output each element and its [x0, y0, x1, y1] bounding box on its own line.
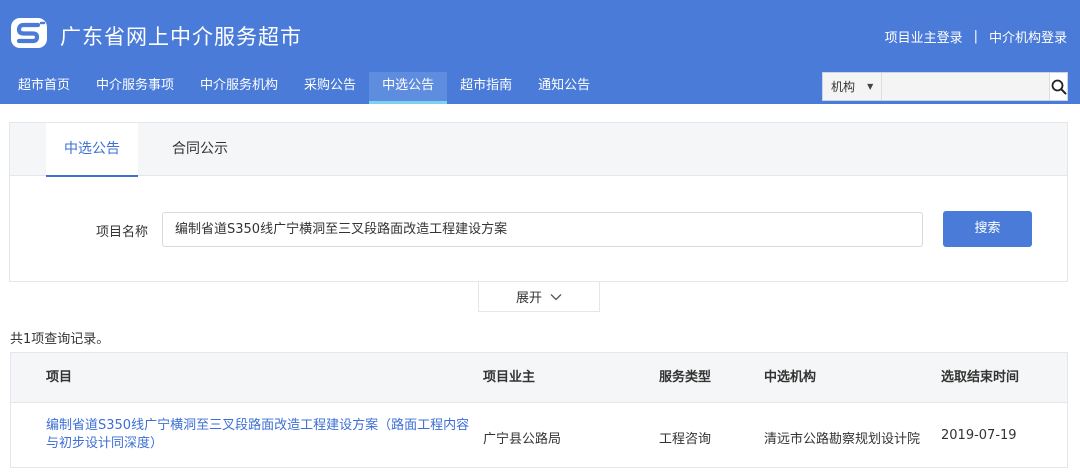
logo-icon[interactable]	[10, 17, 48, 49]
search-submit-button[interactable]: 搜索	[943, 211, 1032, 247]
header-owner: 项目业主	[483, 370, 536, 385]
project-name-label: 项目名称	[96, 225, 149, 240]
header-project: 项目	[46, 370, 73, 385]
site-title: 广东省网上中介服务超市	[60, 25, 302, 49]
table-header: 项目 项目业主 服务类型 中选机构 选取结束时间	[11, 353, 1067, 403]
results-table: 项目 项目业主 服务类型 中选机构 选取结束时间 编制省道S350线广宁横洞至三…	[10, 352, 1068, 468]
chevron-down-icon	[550, 293, 562, 300]
record-count: 共1项查询记录。	[10, 332, 110, 347]
header-service-type: 服务类型	[659, 370, 712, 385]
table-row: 编制省道S350线广宁横洞至三叉段路面改造工程建设方案（路面工程内容与初步设计同…	[11, 403, 1067, 468]
search-input[interactable]	[882, 73, 1050, 100]
search-panel: 中选公告 合同公示 项目名称 编制省道S350线广宁横洞至三叉段路面改造工程建设…	[9, 122, 1068, 282]
link-separator: |	[973, 29, 978, 44]
agency-cell: 清远市公路勘察规划设计院	[764, 432, 921, 447]
nav-item-home[interactable]: 超市首页	[0, 72, 83, 104]
tab-contract-publicity[interactable]: 合同公示	[172, 123, 228, 176]
top-links: 项目业主登录 | 中介机构登录	[885, 27, 1067, 46]
search-button[interactable]	[1049, 73, 1067, 100]
service-type-cell: 工程咨询	[659, 432, 712, 447]
search-type-select[interactable]: 机构 ▼	[823, 73, 883, 100]
caret-down-icon: ▼	[867, 82, 874, 91]
search-icon	[1051, 79, 1067, 94]
main-nav: 超市首页 中介服务事项 中介服务机构 采购公告 中选公告 超市指南 通知公告	[0, 72, 603, 104]
owner-cell: 广宁县公路局	[483, 432, 562, 447]
nav-item-service-agencies[interactable]: 中介服务机构	[187, 72, 291, 104]
expand-label: 展开	[515, 291, 542, 306]
tab-selection-announcements[interactable]: 中选公告	[46, 123, 138, 177]
nav-item-service-items[interactable]: 中介服务事项	[83, 72, 187, 104]
owner-login-link[interactable]: 项目业主登录	[885, 27, 963, 46]
expand-toggle[interactable]: 展开	[478, 282, 600, 312]
tab-bar: 中选公告 合同公示	[10, 123, 1067, 177]
project-name-input[interactable]: 编制省道S350线广宁横洞至三叉段路面改造工程建设方案	[162, 212, 923, 247]
nav-item-procurement[interactable]: 采购公告	[291, 72, 369, 104]
project-link[interactable]: 编制省道S350线广宁横洞至三叉段路面改造工程建设方案（路面工程内容与初步设计同…	[46, 417, 476, 453]
nav-item-selection-announcements[interactable]: 中选公告	[369, 72, 448, 104]
header-search: 机构 ▼	[822, 72, 1068, 101]
header-agency: 中选机构	[764, 370, 817, 385]
nav-item-notices[interactable]: 通知公告	[525, 72, 603, 104]
header-end-date: 选取结束时间	[941, 370, 1020, 385]
site-header: 广东省网上中介服务超市 项目业主登录 | 中介机构登录 超市首页 中介服务事项 …	[0, 0, 1080, 104]
search-type-value: 机构	[831, 80, 856, 94]
nav-item-guide[interactable]: 超市指南	[447, 72, 525, 104]
end-date-cell: 2019-07-19	[941, 428, 1017, 443]
agency-login-link[interactable]: 中介机构登录	[989, 27, 1067, 46]
